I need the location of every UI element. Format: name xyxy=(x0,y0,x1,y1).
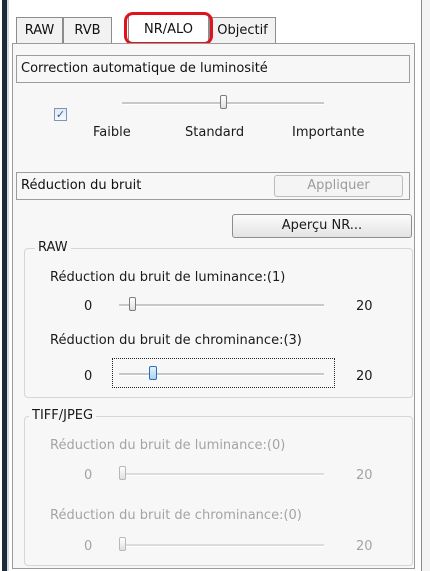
tab-objectif[interactable]: Objectif xyxy=(209,17,276,43)
noise-section-title: Réduction du bruit xyxy=(21,178,142,193)
tiff-jpeg-group-label: TIFF/JPEG xyxy=(29,408,97,423)
alo-section-header: Correction automatique de luminosité xyxy=(16,55,410,83)
scrollbar-edge xyxy=(421,0,430,571)
raw-luminance-thumb[interactable] xyxy=(129,297,136,311)
alo-label-high: Importante xyxy=(292,125,365,140)
tiff-chrominance-track[interactable] xyxy=(119,544,324,547)
raw-chrominance-thumb[interactable] xyxy=(149,366,157,380)
window-frame-inner xyxy=(7,0,9,571)
tiff-chrominance-label: Réduction du bruit de chrominance:(0) xyxy=(50,508,302,523)
tiff-luminance-track[interactable] xyxy=(119,473,324,476)
checkmark-icon: ✓ xyxy=(55,108,66,121)
apply-button[interactable]: Appliquer xyxy=(274,175,403,197)
tab-highlight-annotation xyxy=(124,12,213,45)
tiff-luminance-label: Réduction du bruit de luminance:(0) xyxy=(50,438,286,453)
raw-luminance-max: 20 xyxy=(356,299,373,314)
tiff-luminance-thumb[interactable] xyxy=(119,466,126,480)
tab-raw[interactable]: RAW xyxy=(16,17,63,43)
nr-preview-button[interactable]: Aperçu NR... xyxy=(232,214,412,238)
raw-group-label: RAW xyxy=(35,240,71,255)
raw-luminance-track[interactable] xyxy=(119,304,324,307)
raw-chrominance-max: 20 xyxy=(356,369,373,384)
raw-chrominance-label: Réduction du bruit de chrominance:(3) xyxy=(50,333,302,348)
raw-chrominance-min: 0 xyxy=(84,369,93,384)
tab-rvb[interactable]: RVB xyxy=(63,17,112,43)
raw-luminance-min: 0 xyxy=(84,299,93,314)
tiff-chrominance-thumb[interactable] xyxy=(119,537,126,551)
alo-enable-checkbox[interactable]: ✓ xyxy=(54,108,67,121)
alo-label-mid: Standard xyxy=(185,125,245,140)
raw-luminance-label: Réduction du bruit de luminance:(1) xyxy=(50,270,286,285)
alo-slider-thumb[interactable] xyxy=(220,95,227,109)
tiff-chrominance-min: 0 xyxy=(84,539,93,554)
tiff-luminance-min: 0 xyxy=(84,468,93,483)
tiff-chrominance-max: 20 xyxy=(356,539,373,554)
alo-label-low: Faible xyxy=(93,125,131,140)
tiff-luminance-max: 20 xyxy=(356,468,373,483)
